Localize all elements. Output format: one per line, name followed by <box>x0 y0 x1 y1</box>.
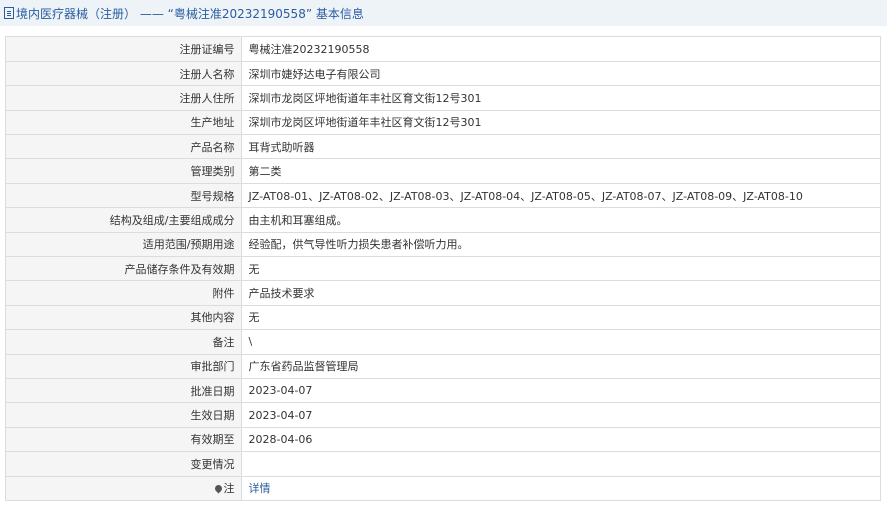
table-row: 产品储存条件及有效期 无 <box>6 256 880 282</box>
table-row: 其他内容 无 <box>6 305 880 331</box>
table-row: 生产地址 深圳市龙岗区坪地街道年丰社区育文街12号301 <box>6 110 880 136</box>
row-value: 深圳市龙岗区坪地街道年丰社区育文街12号301 <box>241 85 880 111</box>
table-row: 管理类别 第二类 <box>6 158 880 184</box>
row-label: 审批部门 <box>6 354 242 379</box>
row-label: 批准日期 <box>6 378 242 404</box>
row-value: 2023-04-07 <box>241 378 880 404</box>
table-row: 审批部门 广东省药品监督管理局 <box>6 354 880 379</box>
note-row: 注 详情 <box>6 476 880 501</box>
row-value: 经验配，供气导性听力损失患者补偿听力用。 <box>241 232 880 258</box>
table-row: 附件 产品技术要求 <box>6 280 880 306</box>
row-value: \ <box>241 329 880 355</box>
page-title: 境内医疗器械（注册） —— “粤械注准20232190558” 基本信息 <box>16 6 364 21</box>
row-label: 注册人名称 <box>6 61 242 87</box>
row-value: JZ-AT08-01、JZ-AT08-02、JZ-AT08-03、JZ-AT08… <box>241 183 880 209</box>
row-label: 注册人住所 <box>6 85 242 111</box>
row-value <box>241 451 880 477</box>
details-link[interactable]: 详情 <box>249 482 271 495</box>
row-value: 2028-04-06 <box>241 427 880 453</box>
row-value: 深圳市龙岗区坪地街道年丰社区育文街12号301 <box>241 110 880 136</box>
map-pin-icon <box>213 484 223 494</box>
table-row: 生效日期 2023-04-07 <box>6 402 880 428</box>
row-value: 耳背式助听器 <box>241 134 880 160</box>
row-value: 无 <box>241 256 880 282</box>
row-value: 2023-04-07 <box>241 402 880 428</box>
row-value: 无 <box>241 305 880 331</box>
row-value: 由主机和耳塞组成。 <box>241 207 880 233</box>
table-row: 注册人住所 深圳市龙岗区坪地街道年丰社区育文街12号301 <box>6 85 880 111</box>
table-row: 适用范围/预期用途 经验配，供气导性听力损失患者补偿听力用。 <box>6 232 880 258</box>
table-row: 变更情况 <box>6 451 880 477</box>
row-label: 适用范围/预期用途 <box>6 232 242 258</box>
row-value: 深圳市婕妤达电子有限公司 <box>241 61 880 87</box>
row-value: 广东省药品监督管理局 <box>241 354 880 379</box>
note-value-cell: 详情 <box>241 476 880 500</box>
row-label: 生效日期 <box>6 402 242 428</box>
row-label: 管理类别 <box>6 158 242 184</box>
row-label: 变更情况 <box>6 451 242 477</box>
table-row: 注册人名称 深圳市婕妤达电子有限公司 <box>6 61 880 87</box>
row-label: 产品名称 <box>6 134 242 160</box>
row-value: 第二类 <box>241 158 880 184</box>
info-table: 注册证编号 粤械注准20232190558 注册人名称 深圳市婕妤达电子有限公司… <box>5 36 881 502</box>
table-row: 结构及组成/主要组成成分 由主机和耳塞组成。 <box>6 207 880 233</box>
row-label: 注册证编号 <box>6 37 242 62</box>
table-row: 备注 \ <box>6 329 880 355</box>
row-label: 结构及组成/主要组成成分 <box>6 207 242 233</box>
table-row: 型号规格 JZ-AT08-01、JZ-AT08-02、JZ-AT08-03、JZ… <box>6 183 880 209</box>
table-row: 注册证编号 粤械注准20232190558 <box>6 37 880 62</box>
row-label: 型号规格 <box>6 183 242 209</box>
row-label: 其他内容 <box>6 305 242 331</box>
document-icon <box>4 7 14 19</box>
row-label: 备注 <box>6 329 242 355</box>
page-header: 境内医疗器械（注册） —— “粤械注准20232190558” 基本信息 <box>0 0 887 26</box>
note-label-cell: 注 <box>6 476 242 501</box>
row-label: 有效期至 <box>6 427 242 453</box>
note-label: 注 <box>223 482 235 496</box>
table-row: 有效期至 2028-04-06 <box>6 427 880 453</box>
table-row: 产品名称 耳背式助听器 <box>6 134 880 160</box>
row-value: 产品技术要求 <box>241 280 880 306</box>
row-label: 产品储存条件及有效期 <box>6 256 242 282</box>
row-label: 附件 <box>6 280 242 306</box>
table-row: 批准日期 2023-04-07 <box>6 378 880 404</box>
row-label: 生产地址 <box>6 110 242 136</box>
row-value: 粤械注准20232190558 <box>241 37 880 62</box>
